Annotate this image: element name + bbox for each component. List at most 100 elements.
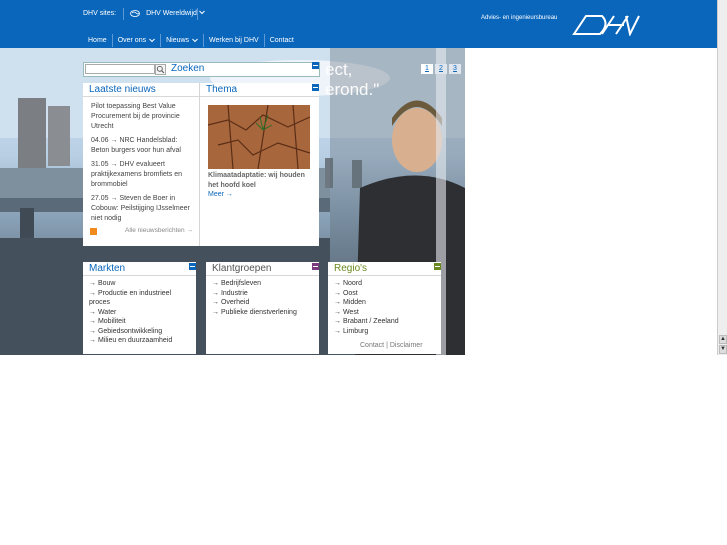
all-news-link[interactable]: Alle nieuwsberichten → [125,227,193,234]
disclaimer-link[interactable]: Disclaimer [390,342,423,349]
all-news-label: Alle nieuwsberichten [125,227,185,234]
nav-item-over-ons[interactable]: Over ons [111,34,160,47]
nav-label: Contact [269,37,294,44]
tagline: Advies- en ingenieursbureau [481,15,558,21]
regios-item[interactable]: → West [334,308,435,318]
vertical-scrollbar[interactable]: ▲ ▼ [717,0,727,355]
markten-collapse-button[interactable] [189,263,196,270]
nav-item-werken-bij-dhv[interactable]: Werken bij DHV [203,34,264,47]
markten-item-label: Mobiliteit [97,318,126,325]
regios-list: → Noord → Oost → Midden → West → Brabant… [328,276,441,339]
news-item-date: 31.05 [91,161,109,168]
regios-item-label: Midden [342,299,366,306]
news-item[interactable]: Pilot toepassing Best Value Procurement … [83,102,199,132]
news-item[interactable]: 27.05 → Steven de Boer in Cobouw: Peilst… [83,194,199,224]
dry-earth-image [207,104,311,170]
search-collapse-button[interactable] [312,62,319,69]
nav-label: Over ons [117,37,147,44]
theme-image[interactable] [207,104,311,170]
arrow-right-icon: → [225,191,233,198]
nav-item-home[interactable]: Home [83,34,112,47]
sites-select-value: DHV Wereldwijd [146,10,197,17]
globe-icon [130,10,140,19]
dhv-logo[interactable] [572,14,640,36]
regios-item[interactable]: → Limburg [334,327,435,337]
hero-pager-1[interactable]: 1 [421,64,433,74]
regios-collapse-button[interactable] [434,263,441,270]
sites-divider [123,8,124,20]
arrow-right-icon: → [334,289,343,297]
markten-item[interactable]: → Water [89,308,190,318]
klantgroepen-panel: Klantgroepen → Bedrijfsleven → Industrie… [206,262,319,354]
klantgroepen-item[interactable]: → Bedrijfsleven [212,279,313,289]
search-box: Zoeken [83,62,320,77]
markten-item[interactable]: → Milieu en duurzaamheid [89,336,190,346]
klantgroepen-item-label: Publieke dienstverlening [220,308,297,316]
markten-panel: Markten → Bouw → Productie en industriee… [83,262,196,354]
markten-item-label: Milieu en duurzaamheid [97,337,173,344]
news-item[interactable]: 31.05 → DHV evalueert praktijkexamens br… [83,160,199,190]
regios-item-label: Oost [342,289,358,297]
arrow-right-icon: → [110,137,118,144]
rss-icon[interactable] [90,228,97,235]
klantgroepen-item[interactable]: → Overheid [212,298,313,308]
footer-divider: | [386,342,388,349]
news-title: Laatste nieuws [83,83,199,97]
regios-item[interactable]: → Midden [334,298,435,308]
arrow-right-icon: → [212,308,221,316]
search-button[interactable] [155,64,166,75]
news-item[interactable]: 04.06 → NRC Handelsblad: Beton burgers v… [83,136,199,156]
search-icon [156,65,165,74]
regios-item-label: Limburg [342,327,369,335]
theme-more-label: Meer [208,191,224,198]
theme-more-link[interactable]: Meer → [208,191,233,198]
markten-item[interactable]: → Mobiliteit [89,317,190,327]
hero-pager-3[interactable]: 3 [449,64,461,74]
markten-item-label: Water [97,308,117,316]
klantgroepen-item[interactable]: → Industrie [212,289,313,299]
regios-item[interactable]: → Noord [334,279,435,289]
search-input[interactable] [85,64,155,74]
regios-item-label: West [342,308,359,316]
markten-item[interactable]: → Productie en industrieel proces [89,289,190,308]
arrow-right-icon: → [89,280,98,287]
news-collapse-button[interactable] [312,84,319,91]
chevron-down-icon [149,38,155,43]
news-item-date: 04.06 [91,137,109,144]
regios-item[interactable]: → Oost [334,289,435,299]
arrow-right-icon: → [89,289,98,297]
theme-title: Thema [200,83,319,97]
klantgroepen-item[interactable]: → Publieke dienstverlening [212,308,313,318]
scroll-up-button[interactable]: ▲ [719,335,727,344]
nav-item-contact[interactable]: Contact [263,34,299,47]
klantgroepen-title: Klantgroepen [206,262,319,276]
chevron-down-icon [192,38,198,43]
regios-item-label: Brabant / Zeeland [342,318,399,325]
main-nav: Home Over ons Nieuws Werken bij DHV Cont… [83,34,299,47]
contact-link[interactable]: Contact [360,342,384,349]
scroll-down-button[interactable]: ▼ [719,345,727,354]
markten-list: → Bouw → Productie en industrieel proces… [83,276,196,349]
hero-quote-line2: erond." [325,80,380,99]
arrow-right-icon: → [110,161,118,168]
news-panel: Laatste nieuws Pilot toepassing Best Val… [83,83,199,246]
nav-label: Home [88,37,107,44]
arrow-right-icon: → [212,280,221,287]
nav-label: Nieuws [166,37,190,44]
markten-item[interactable]: → Gebiedsontwikkeling [89,327,190,337]
arrow-right-icon: → [334,308,343,316]
klantgroepen-collapse-button[interactable] [312,263,319,270]
sites-label: DHV sites: [83,10,117,17]
klantgroepen-item-label: Overheid [220,299,250,306]
markten-title: Markten [83,262,196,276]
search-label: Zoeken [171,63,205,74]
markten-item[interactable]: → Bouw [89,279,190,289]
hero-pager-2[interactable]: 2 [435,64,447,74]
nav-item-nieuws[interactable]: Nieuws [160,34,203,47]
regios-title: Regio's [328,262,441,276]
markten-item-label: Bouw [97,280,116,287]
news-item-text: Pilot toepassing Best Value Procurement … [91,103,180,130]
nav-label: Werken bij DHV [209,37,259,44]
arrow-right-icon: → [89,337,98,344]
regios-item[interactable]: → Brabant / Zeeland [334,317,435,327]
